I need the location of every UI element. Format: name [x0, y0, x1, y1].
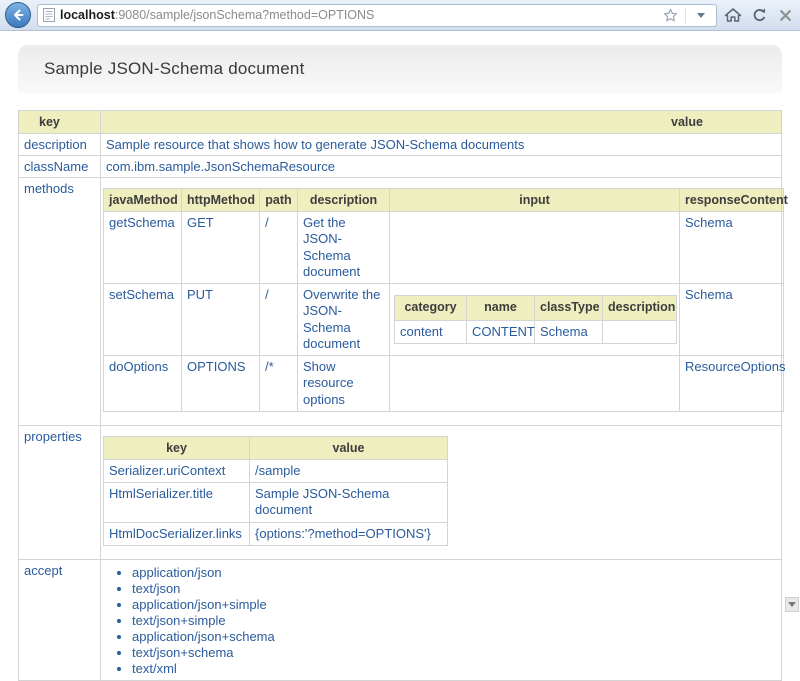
col-header: description	[603, 296, 677, 321]
java-method-cell: doOptions	[104, 356, 182, 412]
scrollbar-down-button[interactable]	[785, 597, 799, 612]
url-host: localhost	[60, 8, 115, 22]
property-key-cell: Serializer.uriContext	[104, 459, 250, 482]
root-table: key value description Sample resource th…	[18, 110, 782, 681]
java-method-cell: setSchema	[104, 284, 182, 356]
row-value: javaMethod httpMethod path description i…	[101, 178, 782, 426]
col-header: input	[390, 189, 680, 212]
accept-item: text/xml	[132, 661, 776, 676]
back-button[interactable]	[5, 2, 31, 28]
root-header-key: key	[19, 111, 101, 134]
page-title: Sample JSON-Schema document	[44, 59, 305, 79]
property-value-cell: Sample JSON-Schema document	[250, 483, 448, 523]
path-cell: /	[260, 284, 298, 356]
method-row-setSchema: setSchema PUT / Overwrite the JSON-Schem…	[104, 284, 784, 356]
path-cell: /*	[260, 356, 298, 412]
java-method-cell: getSchema	[104, 212, 182, 284]
accept-list: application/json text/json application/j…	[106, 565, 776, 676]
row-value: application/json text/json application/j…	[101, 559, 782, 680]
accept-item: application/json	[132, 565, 776, 580]
url-path: :9080/sample/jsonSchema?method=OPTIONS	[115, 8, 375, 22]
input-cell: category name classType description	[390, 284, 680, 356]
property-value-cell: /sample	[250, 459, 448, 482]
address-bar-divider	[685, 8, 686, 23]
methods-table: javaMethod httpMethod path description i…	[103, 188, 784, 412]
row-key: className	[19, 156, 101, 178]
row-value: key value Serializer.uriContext /sample …	[101, 425, 782, 559]
description-cell: Overwrite the JSON-Schema document	[298, 284, 390, 356]
chevron-down-icon	[697, 13, 705, 18]
property-key-cell: HtmlSerializer.title	[104, 483, 250, 523]
description-cell: Get the JSON-Schema document	[298, 212, 390, 284]
input-cell	[390, 212, 680, 284]
http-method-cell: OPTIONS	[182, 356, 260, 412]
url-text: localhost:9080/sample/jsonSchema?method=…	[60, 8, 655, 22]
class-type-cell: Schema	[535, 320, 603, 343]
methods-header-row: javaMethod httpMethod path description i…	[104, 189, 784, 212]
path-cell: /	[260, 212, 298, 284]
property-key-cell: HtmlDocSerializer.links	[104, 522, 250, 545]
col-header: value	[250, 436, 448, 459]
property-row: HtmlSerializer.title Sample JSON-Schema …	[104, 483, 448, 523]
category-cell: content	[395, 320, 467, 343]
response-content-cell: Schema	[680, 284, 784, 356]
page-favicon-icon	[43, 8, 55, 22]
input-table: category name classType description	[394, 295, 677, 344]
input-cell	[390, 356, 680, 412]
input-row: content CONTENT Schema	[395, 320, 677, 343]
bookmark-star-icon[interactable]	[660, 4, 680, 26]
scroll-down-icon	[788, 602, 796, 607]
input-header-row: category name classType description	[395, 296, 677, 321]
page-header: Sample JSON-Schema document	[18, 45, 782, 93]
properties-table: key value Serializer.uriContext /sample …	[103, 436, 448, 546]
response-content-cell: ResourceOptions	[680, 356, 784, 412]
row-value: Sample resource that shows how to genera…	[101, 134, 782, 156]
row-key: accept	[19, 559, 101, 680]
table-row-accept: accept application/json text/json applic…	[19, 559, 782, 680]
table-row-description: description Sample resource that shows h…	[19, 134, 782, 156]
name-cell: CONTENT	[467, 320, 535, 343]
col-header: description	[298, 189, 390, 212]
description-cell: Show resource options	[298, 356, 390, 412]
http-method-cell: PUT	[182, 284, 260, 356]
col-header: name	[467, 296, 535, 321]
description-cell	[603, 320, 677, 343]
row-key: description	[19, 134, 101, 156]
accept-item: text/json+simple	[132, 613, 776, 628]
root-header-row: key value	[19, 111, 782, 134]
http-method-cell: GET	[182, 212, 260, 284]
accept-item: application/json+simple	[132, 597, 776, 612]
table-row-methods: methods javaMethod httpMethod path descr…	[19, 178, 782, 426]
col-header: path	[260, 189, 298, 212]
home-button[interactable]	[723, 4, 743, 26]
col-header: key	[104, 436, 250, 459]
back-arrow-icon	[12, 9, 24, 21]
accept-item: application/json+schema	[132, 629, 776, 644]
accept-item: text/json+schema	[132, 645, 776, 660]
url-dropdown-button[interactable]	[691, 4, 711, 26]
col-header: classType	[535, 296, 603, 321]
close-button[interactable]	[775, 4, 795, 26]
row-key: properties	[19, 425, 101, 559]
response-content-cell: Schema	[680, 212, 784, 284]
row-key: methods	[19, 178, 101, 426]
col-header: javaMethod	[104, 189, 182, 212]
browser-chrome: localhost:9080/sample/jsonSchema?method=…	[0, 0, 800, 31]
refresh-button[interactable]	[749, 4, 769, 26]
properties-header-row: key value	[104, 436, 448, 459]
property-row: Serializer.uriContext /sample	[104, 459, 448, 482]
col-header: httpMethod	[182, 189, 260, 212]
col-header: responseContent	[680, 189, 784, 212]
col-header: category	[395, 296, 467, 321]
property-value-cell: {options:'?method=OPTIONS'}	[250, 522, 448, 545]
accept-item: text/json	[132, 581, 776, 596]
root-header-value: value	[101, 111, 782, 134]
method-row-doOptions: doOptions OPTIONS /* Show resource optio…	[104, 356, 784, 412]
row-value: com.ibm.sample.JsonSchemaResource	[101, 156, 782, 178]
method-row-getSchema: getSchema GET / Get the JSON-Schema docu…	[104, 212, 784, 284]
table-row-properties: properties key value Serializer.uriConte…	[19, 425, 782, 559]
table-row-classname: className com.ibm.sample.JsonSchemaResou…	[19, 156, 782, 178]
address-bar[interactable]: localhost:9080/sample/jsonSchema?method=…	[37, 4, 717, 27]
property-row: HtmlDocSerializer.links {options:'?metho…	[104, 522, 448, 545]
